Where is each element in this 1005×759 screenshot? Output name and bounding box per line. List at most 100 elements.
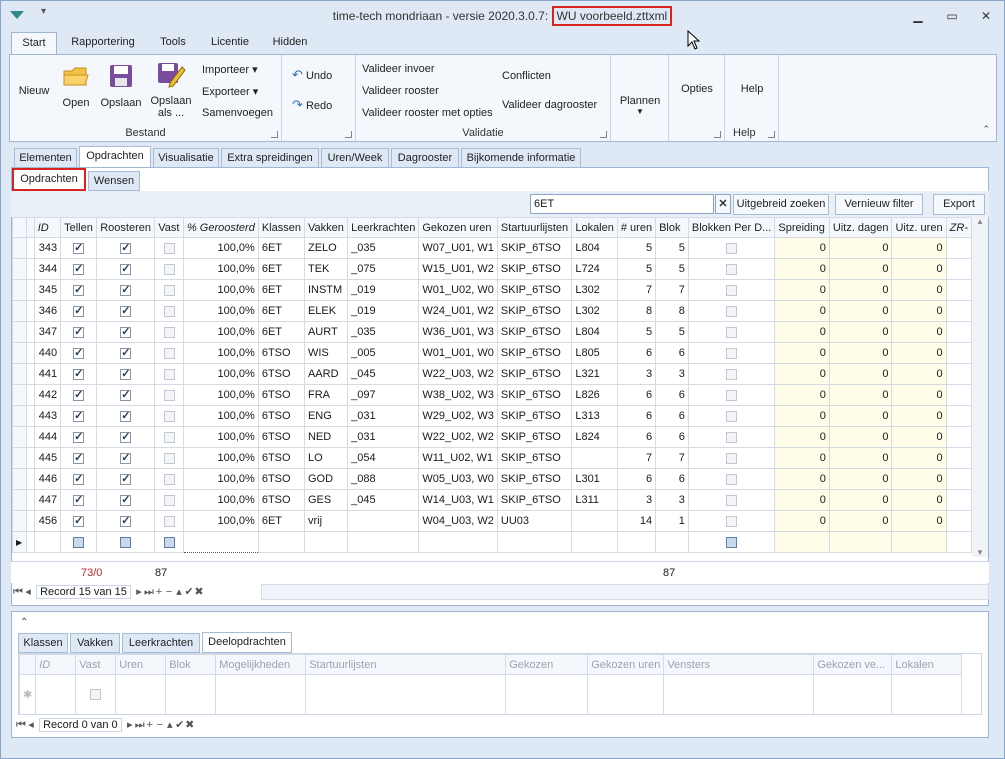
cell-geroosterd[interactable]: 100,0% <box>182 279 259 301</box>
valideer-opties-button[interactable]: Valideer rooster met opties <box>362 107 493 119</box>
vast-checkbox[interactable] <box>163 515 175 527</box>
first-record-icon[interactable]: ⏮ <box>13 586 23 599</box>
col-uitz-dagen[interactable]: Uitz. dagen <box>828 217 893 238</box>
cell-vakken[interactable]: AURT <box>303 321 349 343</box>
cell-vast[interactable] <box>154 426 184 448</box>
cell-spreiding[interactable]: 0 <box>774 279 830 301</box>
first-record-icon[interactable]: ⏮ <box>16 719 26 732</box>
roosteren-checkbox[interactable] <box>120 514 132 527</box>
cell-startuurlijsten[interactable]: SKIP_6TSO <box>496 363 573 385</box>
edit-record-icon[interactable]: ▴ <box>165 718 175 731</box>
exporteer-button[interactable]: Exporteer ▾ <box>202 85 258 98</box>
table-row[interactable]: 440 100,0%6TSOWIS_005W01_U01, W0SKIP_6TSO… <box>12 342 972 364</box>
plannen-button[interactable]: Plannen ▼ <box>611 95 669 116</box>
cell-uren[interactable]: 14 <box>616 510 657 532</box>
vast-checkbox[interactable] <box>163 431 175 443</box>
table-row[interactable]: 346 100,0%6ETELEK_019W24_U01, W2SKIP_6TSO… <box>12 300 972 322</box>
cell-geroosterd[interactable]: 100,0% <box>182 384 259 406</box>
cell-vakken[interactable]: LO <box>303 447 349 469</box>
row-indicator[interactable] <box>12 426 27 448</box>
cell-blokken-per-dag[interactable] <box>687 258 776 280</box>
cell-id[interactable]: 447 <box>33 489 62 511</box>
cell-leerkrachten[interactable]: _019 <box>347 279 420 301</box>
cell-klassen[interactable]: 6TSO <box>257 363 305 385</box>
cell-blok[interactable]: 5 <box>655 321 689 343</box>
cell-geroosterd[interactable]: 100,0% <box>182 510 259 532</box>
row-indicator[interactable] <box>12 489 27 511</box>
tellen-checkbox[interactable] <box>73 262 85 275</box>
cell-uitz-uren[interactable]: 0 <box>891 447 947 469</box>
dialog-launcher-icon[interactable] <box>345 131 352 138</box>
cell-vast[interactable] <box>154 321 184 343</box>
col-id[interactable]: ID <box>33 217 62 238</box>
col-gekozen-uren[interactable]: Gekozen uren <box>418 217 498 238</box>
table-row[interactable]: 446 100,0%6TSOGOD_088W05_U03, W0SKIP_6TSO… <box>12 468 972 490</box>
cell-zr[interactable] <box>945 405 972 427</box>
clear-filter-icon[interactable]: ✕ <box>715 194 731 214</box>
cell-roosteren[interactable] <box>96 342 156 364</box>
next-record-icon[interactable]: ▸ <box>134 585 144 598</box>
cell-zr[interactable] <box>945 384 972 406</box>
cell-blok[interactable]: 8 <box>655 300 689 322</box>
row-indicator[interactable] <box>12 447 27 469</box>
cell-zr[interactable] <box>945 468 972 490</box>
lower-col-startuurlijsten[interactable]: Startuurlijsten <box>305 654 507 675</box>
vast-checkbox[interactable] <box>163 452 175 464</box>
new-row-cell[interactable] <box>571 531 618 553</box>
cell-zr[interactable] <box>945 489 972 511</box>
new-row-cell[interactable] <box>891 531 947 553</box>
dialog-launcher-icon[interactable] <box>271 131 278 138</box>
col-blok[interactable]: Blok <box>655 217 689 238</box>
cell-uitz-uren[interactable]: 0 <box>891 258 947 280</box>
cell-lokalen[interactable]: L804 <box>571 321 618 343</box>
tab-hidden[interactable]: Hidden <box>265 32 315 54</box>
cell-geroosterd[interactable]: 100,0% <box>182 468 259 490</box>
cell-startuurlijsten[interactable]: SKIP_6TSO <box>496 321 573 343</box>
valideer-dagrooster-button[interactable]: Valideer dagrooster <box>502 99 597 111</box>
cell-uren[interactable]: 3 <box>616 489 657 511</box>
vast-checkbox[interactable] <box>163 389 175 401</box>
cell-geroosterd[interactable]: 100,0% <box>182 300 259 322</box>
cell-roosteren[interactable] <box>96 384 156 406</box>
importeer-button[interactable]: Importeer ▾ <box>202 63 258 76</box>
cell-tellen[interactable] <box>60 237 98 259</box>
blokken-checkbox[interactable] <box>726 389 738 401</box>
cell-zr[interactable] <box>945 342 972 364</box>
cell-leerkrachten[interactable] <box>347 510 420 532</box>
cell-tellen[interactable] <box>60 258 98 280</box>
cell-blokken-per-dag[interactable] <box>687 321 776 343</box>
tab-elementen[interactable]: Elementen <box>14 148 77 168</box>
confirm-record-icon[interactable]: ✔ <box>184 585 194 598</box>
cell-vakken[interactable]: ENG <box>303 405 349 427</box>
cell-uitz-uren[interactable]: 0 <box>891 489 947 511</box>
cell-tellen[interactable] <box>60 531 98 553</box>
cell-vast[interactable] <box>154 258 184 280</box>
roosteren-checkbox[interactable] <box>120 346 132 359</box>
vertical-scrollbar[interactable]: ▲ ▼ <box>972 217 988 557</box>
blokken-checkbox[interactable] <box>726 347 738 359</box>
cell-leerkrachten[interactable]: _031 <box>347 426 420 448</box>
row-indicator[interactable] <box>12 342 27 364</box>
cell-blokken-per-dag[interactable] <box>687 468 776 490</box>
tab-start[interactable]: Start <box>11 32 57 55</box>
row-indicator[interactable] <box>12 237 27 259</box>
row-indicator[interactable] <box>12 258 27 280</box>
new-row-cell[interactable] <box>945 531 972 553</box>
opslaan-button[interactable]: Opslaan <box>100 63 142 127</box>
confirm-record-icon[interactable]: ✔ <box>175 718 185 731</box>
cell-lokalen[interactable]: L321 <box>571 363 618 385</box>
cell-blok[interactable]: 5 <box>655 258 689 280</box>
cell-vast[interactable] <box>154 279 184 301</box>
subtab-opdrachten[interactable]: Opdrachten <box>12 168 86 191</box>
cell-blok[interactable]: 6 <box>655 405 689 427</box>
cell-spreiding[interactable]: 0 <box>774 510 830 532</box>
cell-uren[interactable]: 6 <box>616 405 657 427</box>
row-indicator[interactable] <box>12 468 27 490</box>
cell-zr[interactable] <box>945 510 972 532</box>
roosteren-checkbox[interactable] <box>120 388 132 401</box>
tab-visualisatie[interactable]: Visualisatie <box>153 148 219 168</box>
cell-klassen[interactable]: 6ET <box>257 300 305 322</box>
cell-roosteren[interactable] <box>96 258 156 280</box>
cell-lokalen[interactable]: L313 <box>571 405 618 427</box>
col-vakken[interactable]: Vakken <box>303 217 349 238</box>
